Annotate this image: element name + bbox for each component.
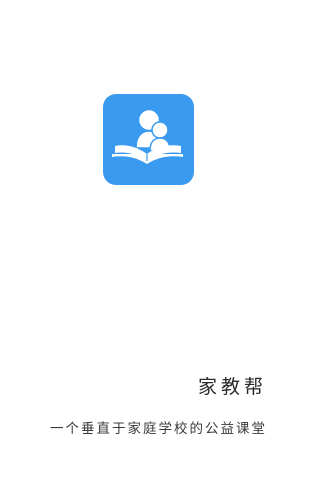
app-name: 家教帮 bbox=[197, 376, 267, 398]
family-reading-book-icon bbox=[111, 108, 184, 164]
app-slogan: 一个垂直于家庭学校的公益课堂 bbox=[50, 421, 267, 437]
app-logo-icon bbox=[103, 94, 194, 185]
